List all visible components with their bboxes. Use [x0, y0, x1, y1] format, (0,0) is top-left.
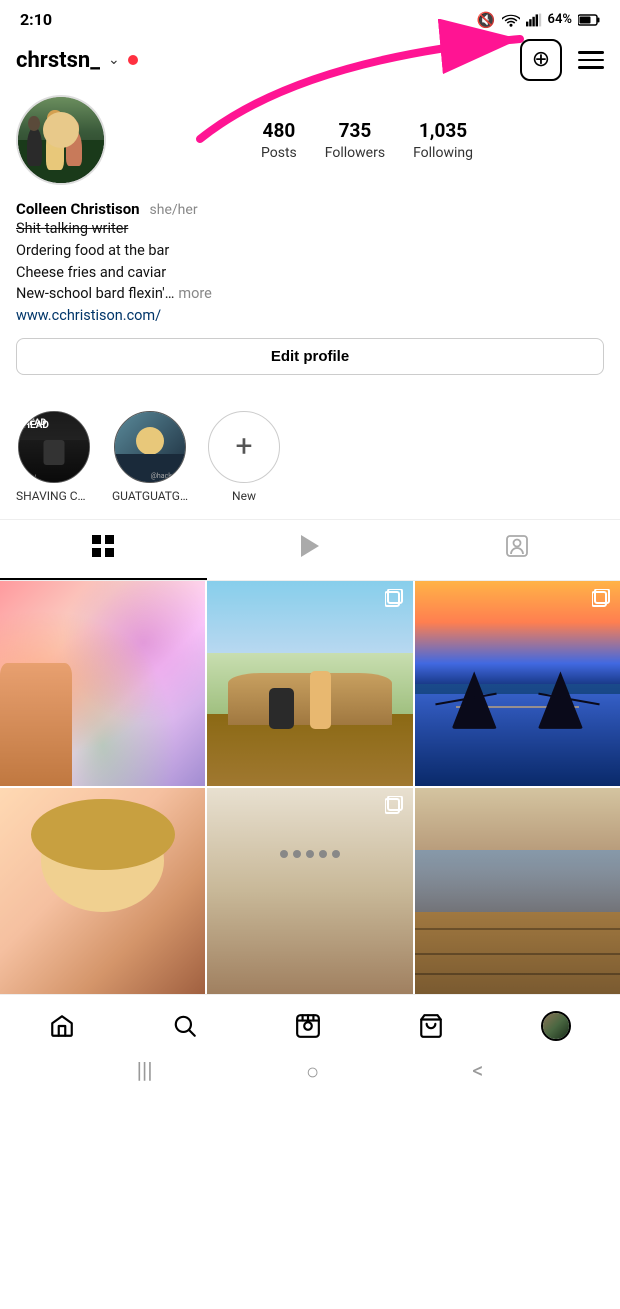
profile-top-row: 480 Posts 735 Followers 1,035 Following [16, 95, 604, 185]
grid-cell-5[interactable] [207, 788, 412, 993]
highlight-new[interactable]: + New [208, 411, 280, 503]
online-indicator [128, 55, 138, 65]
bio-more-link[interactable]: more [178, 285, 211, 302]
grid-cell-1[interactable] [0, 581, 205, 786]
reels-icon [295, 1013, 321, 1039]
plus-icon-highlight: + [235, 432, 252, 462]
highlight-label-2: GUATGUATGU... [112, 489, 188, 503]
bio-website-link[interactable]: www.cchristison.com/ [16, 307, 161, 324]
highlight-label-1: SHAVING CH... [16, 489, 92, 503]
nav-search[interactable] [162, 1009, 208, 1043]
tab-reels[interactable] [207, 520, 414, 580]
edit-profile-button[interactable]: Edit profile [16, 338, 604, 375]
highlight-thumb-2: @hack.a... [115, 412, 185, 482]
highlight-label-new: New [232, 489, 256, 503]
signal-icon [526, 13, 542, 27]
followers-stat[interactable]: 735 Followers [325, 119, 385, 161]
followers-count: 735 [325, 119, 385, 142]
bio-line-3: Cheese fries and caviar [16, 262, 604, 284]
photo-grid [0, 581, 620, 994]
grid-icon [91, 534, 115, 564]
bio-line-1: Shit-talking writer [16, 218, 604, 240]
search-icon [172, 1013, 198, 1039]
status-icons: 🔇 64% [477, 11, 600, 29]
grid-cell-4[interactable] [0, 788, 205, 993]
status-bar: 2:10 🔇 64% [0, 0, 620, 35]
tab-tagged[interactable] [413, 520, 620, 580]
header-left: chrstsn_ ⌄ [16, 48, 138, 73]
nav-reels[interactable] [285, 1009, 331, 1043]
multi-photo-badge-5 [385, 796, 405, 816]
grid-cell-2[interactable] [207, 581, 412, 786]
shop-icon [418, 1013, 444, 1039]
nav-home[interactable] [39, 1009, 85, 1043]
posts-stat[interactable]: 480 Posts [261, 119, 297, 161]
menu-line [578, 51, 604, 54]
posts-count: 480 [261, 119, 297, 142]
mute-icon: 🔇 [477, 11, 496, 29]
highlight-item-1[interactable]: HEAD @ckl... SHAVING CH... [16, 411, 92, 503]
status-time: 2:10 [20, 10, 52, 29]
username: chrstsn_ [16, 48, 100, 73]
bio-line-4: New-school bard flexin'… [16, 285, 174, 302]
multi-photo-badge [385, 589, 405, 609]
nav-profile[interactable] [531, 1007, 581, 1045]
nav-avatar-image [543, 1013, 569, 1039]
battery-icon [578, 14, 600, 26]
menu-button[interactable] [578, 51, 604, 69]
bio-name: Colleen Christison [16, 200, 140, 218]
person-tag-icon [505, 534, 529, 564]
recent-apps-button[interactable]: ||| [137, 1059, 153, 1084]
tab-grid[interactable] [0, 520, 207, 580]
highlight-circle-2: @hack.a... [114, 411, 186, 483]
following-count: 1,035 [413, 119, 473, 142]
bio-section: Colleen Christison she/her Shit-talking … [16, 199, 604, 324]
grid-cell-3[interactable] [415, 581, 620, 786]
home-button[interactable]: ○ [306, 1059, 319, 1085]
highlights-row: HEAD @ckl... SHAVING CH... @hack.a... GU… [0, 403, 620, 519]
plus-icon: ⊕ [532, 49, 550, 71]
bio-pronouns: she/her [150, 202, 198, 218]
bio-line-2: Ordering food at the bar [16, 240, 604, 262]
play-icon [299, 534, 321, 564]
following-label: Following [413, 145, 473, 161]
followers-label: Followers [325, 145, 385, 161]
add-post-button[interactable]: ⊕ [520, 39, 562, 81]
bottom-nav [0, 994, 620, 1053]
highlight-circle-1: HEAD @ckl... [18, 411, 90, 483]
following-stat[interactable]: 1,035 Following [413, 119, 473, 161]
header-right: ⊕ [520, 39, 604, 81]
highlight-item-2[interactable]: @hack.a... GUATGUATGU... [112, 411, 188, 503]
avatar[interactable] [16, 95, 106, 185]
grid-cell-6[interactable] [415, 788, 620, 993]
home-icon [49, 1013, 75, 1039]
highlight-thumb-1: HEAD @ckl... [19, 412, 89, 482]
dropdown-arrow-icon[interactable]: ⌄ [108, 52, 120, 68]
tabs-row [0, 519, 620, 581]
wifi-icon [502, 13, 520, 27]
back-button[interactable]: < [472, 1059, 483, 1084]
home-bar: ||| ○ < [0, 1053, 620, 1093]
nav-shop[interactable] [408, 1009, 454, 1043]
profile-section: 480 Posts 735 Followers 1,035 Following … [0, 91, 620, 403]
multi-photo-badge-3 [592, 589, 612, 609]
nav-avatar [541, 1011, 571, 1041]
battery-text: 64% [548, 12, 572, 27]
menu-line [578, 59, 604, 62]
posts-label: Posts [261, 145, 297, 161]
avatar-image [18, 97, 104, 183]
app-header: chrstsn_ ⌄ ⊕ [0, 35, 620, 91]
stats-row: 480 Posts 735 Followers 1,035 Following [130, 119, 604, 161]
highlight-circle-new: + [208, 411, 280, 483]
menu-line [578, 66, 604, 69]
